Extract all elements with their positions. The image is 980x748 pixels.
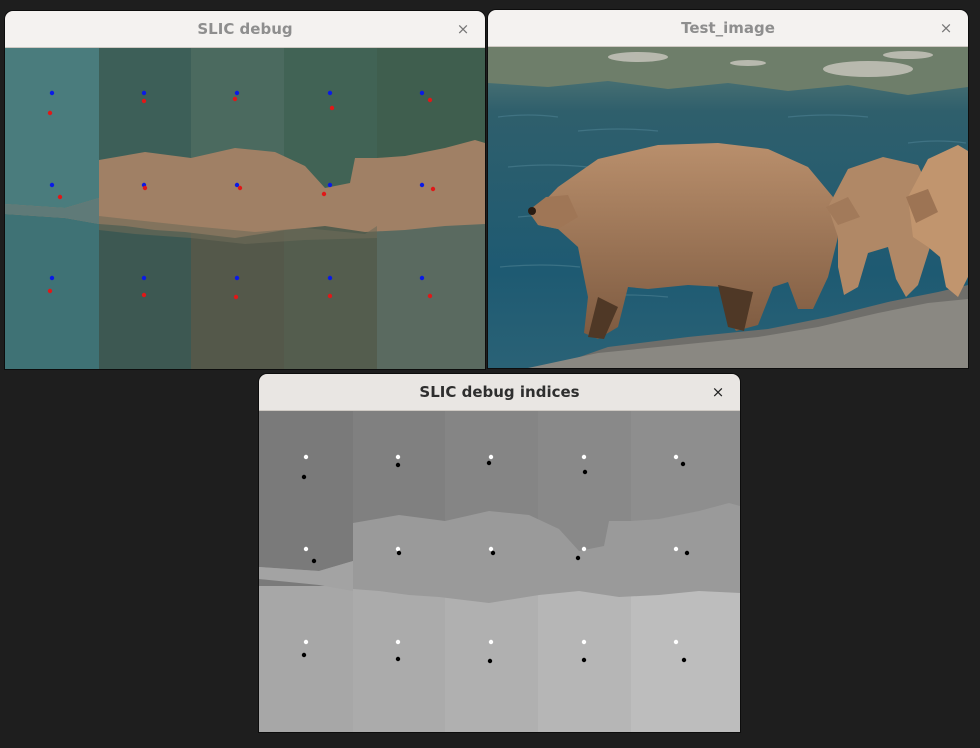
slic-debug-indices-canvas [259, 411, 740, 732]
test-image-canvas [488, 47, 968, 368]
slic-debug-indices-window[interactable]: SLIC debug indices × [259, 374, 740, 732]
close-icon[interactable]: × [453, 19, 473, 39]
slic-debug-window[interactable]: SLIC debug × [5, 11, 485, 369]
close-icon[interactable]: × [936, 18, 956, 38]
slic-debug-titlebar[interactable]: SLIC debug × [5, 11, 485, 48]
window-title: SLIC debug indices [419, 383, 580, 401]
window-title: SLIC debug [197, 20, 293, 38]
slic-debug-canvas [5, 48, 485, 369]
test-image-titlebar[interactable]: Test_image × [488, 10, 968, 47]
close-icon[interactable]: × [708, 382, 728, 402]
test-image-window[interactable]: Test_image × [488, 10, 968, 368]
window-title: Test_image [681, 19, 775, 37]
slic-debug-indices-titlebar[interactable]: SLIC debug indices × [259, 374, 740, 411]
